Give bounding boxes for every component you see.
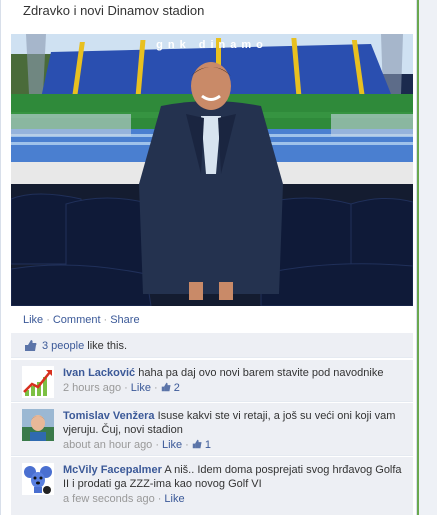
likes-suffix: like this. bbox=[84, 340, 128, 352]
comment-item: Tomislav Venžera Isuse kakvi ste vi reta… bbox=[11, 402, 413, 456]
person-photo-icon bbox=[22, 409, 54, 441]
comment-like-link[interactable]: Like bbox=[164, 493, 184, 505]
likes-text: 3 people like this. bbox=[42, 340, 127, 352]
comment-author[interactable]: McVily Facepalmer bbox=[63, 464, 162, 476]
separator: · bbox=[153, 382, 158, 394]
thumbs-up-icon bbox=[25, 340, 37, 351]
likes-count-link[interactable]: 3 people bbox=[42, 340, 84, 352]
separator: · bbox=[124, 382, 128, 394]
comment-like-count[interactable]: 2 bbox=[174, 382, 180, 394]
post-photo[interactable]: gnk dinamo bbox=[11, 34, 413, 306]
feed-left-border bbox=[0, 0, 1, 515]
stadium-banner: gnk dinamo bbox=[156, 39, 268, 51]
commenter-avatar[interactable] bbox=[22, 409, 54, 441]
comment-time[interactable]: about an hour ago bbox=[63, 439, 152, 451]
comment-item: Ivan Lacković haha pa daj ovo novi barem… bbox=[11, 359, 413, 402]
comment-text: haha pa daj ovo novi barem stavite pod n… bbox=[138, 367, 384, 379]
separator: · bbox=[157, 493, 162, 505]
comment-like-link[interactable]: Like bbox=[162, 439, 182, 451]
share-link[interactable]: Share bbox=[110, 314, 139, 326]
growth-chart-icon bbox=[22, 366, 54, 398]
post-title: Zdravko i novi Dinamov stadion bbox=[23, 3, 205, 18]
comment-link[interactable]: Comment bbox=[53, 314, 101, 326]
commenter-avatar[interactable] bbox=[22, 463, 54, 495]
post-actions: Like · Comment · Share bbox=[23, 314, 140, 326]
likes-summary: 3 people like this. bbox=[11, 333, 413, 358]
stadium-photo: gnk dinamo bbox=[11, 34, 413, 306]
separator: · bbox=[46, 314, 50, 326]
comment-time[interactable]: 2 hours ago bbox=[63, 382, 121, 394]
thumbs-up-icon bbox=[192, 439, 202, 449]
comment-like-link[interactable]: Like bbox=[131, 382, 151, 394]
comment-item: McVily Facepalmer A niš.. Idem doma posp… bbox=[11, 456, 413, 515]
comment-author[interactable]: Tomislav Venžera bbox=[63, 410, 155, 422]
separator: · bbox=[155, 439, 159, 451]
scrollbar-track[interactable] bbox=[416, 0, 437, 515]
comment-like-count[interactable]: 1 bbox=[205, 439, 211, 451]
side-divider bbox=[417, 0, 419, 515]
like-link[interactable]: Like bbox=[23, 314, 43, 326]
thumbs-up-icon bbox=[161, 382, 171, 392]
cartoon-mouse-icon bbox=[22, 463, 54, 495]
comment-time[interactable]: a few seconds ago bbox=[63, 493, 155, 505]
comment-author[interactable]: Ivan Lacković bbox=[63, 367, 135, 379]
separator: · bbox=[103, 314, 108, 326]
commenter-avatar[interactable] bbox=[22, 366, 54, 398]
separator: · bbox=[185, 439, 189, 451]
